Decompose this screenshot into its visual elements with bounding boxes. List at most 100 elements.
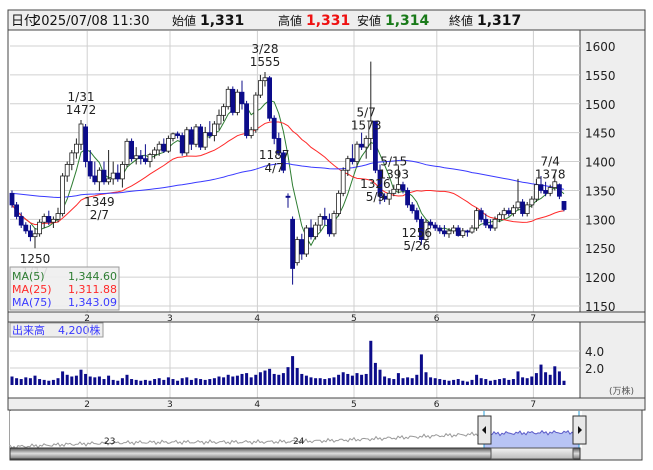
volume-bar (392, 379, 396, 385)
candle-body (561, 201, 567, 210)
volume-bar (153, 379, 157, 385)
volume-bar (511, 379, 515, 385)
header-date: 2025/07/08 11:30 (33, 14, 150, 29)
overview-right-handle[interactable] (572, 415, 587, 445)
candle-body (234, 91, 240, 113)
candle-body (74, 143, 79, 154)
volume-bar (162, 379, 166, 385)
candle-body (455, 227, 461, 236)
volume-bar (235, 375, 239, 385)
candle-body (198, 126, 204, 148)
candle-body (359, 143, 365, 148)
volume-bar (364, 373, 368, 385)
volume-bar (327, 378, 331, 385)
candle-body (340, 169, 346, 194)
candle-body (32, 233, 38, 238)
candle-body (529, 198, 535, 206)
volume-bar (281, 373, 285, 385)
volume-bar (461, 380, 465, 385)
candle-body (41, 216, 47, 223)
annotation-date: 5/26 (403, 239, 430, 253)
candle-body (239, 91, 245, 105)
volume-bar (534, 373, 538, 385)
volume-bar (530, 376, 534, 385)
candle-body (326, 218, 332, 235)
volume-bar (79, 369, 83, 385)
candle-body (18, 216, 24, 226)
volume-bar (387, 378, 391, 385)
candle-body (308, 227, 314, 238)
header-low-label: 安値 (357, 13, 381, 28)
candle-body (336, 192, 342, 214)
y-tick-label: 1500 (585, 98, 616, 112)
volume-bar (47, 380, 51, 385)
volume-bar (19, 379, 23, 385)
volume-bar (249, 377, 253, 385)
candle-body (244, 103, 250, 136)
overview-year-label: 24 (293, 437, 305, 447)
volume-bar (544, 372, 548, 385)
annotation-date: 7/4 (541, 155, 560, 169)
volume-bar (148, 380, 152, 385)
volume-tick-label: 2.0 (585, 362, 604, 376)
candle-body (313, 224, 319, 238)
candle-body (51, 218, 56, 223)
volume-bar (208, 379, 212, 385)
candle-body (78, 123, 84, 145)
y-tick-label: 1200 (585, 271, 616, 285)
annotation-date: 5/9 (366, 190, 385, 204)
header-low: 1,314 (385, 13, 430, 29)
y-tick-label: 1250 (585, 242, 616, 256)
candle-body (552, 181, 558, 188)
candle-body (294, 239, 300, 264)
ma-legend-value: 1,344.60 (68, 270, 117, 283)
volume-bar (51, 379, 55, 385)
volume-bar (498, 379, 502, 385)
candle-body (248, 129, 254, 136)
candle-body (147, 154, 153, 162)
volume-bar (475, 374, 479, 385)
volume-bar (553, 366, 557, 385)
candle-body (124, 140, 130, 165)
candle-body (271, 117, 277, 139)
candle-body (441, 230, 447, 235)
volume-bar (465, 381, 469, 385)
candle-body (83, 126, 88, 162)
candle-body (97, 169, 102, 183)
candle-body (156, 143, 162, 151)
volume-bar (488, 380, 492, 385)
candle-body (432, 224, 438, 229)
volume-bar (245, 373, 249, 385)
annotation-price: 1187 (259, 148, 290, 162)
candle-body (170, 133, 176, 139)
candle-body (60, 175, 65, 214)
month-axis-volume (7, 397, 646, 411)
candle-body (492, 218, 498, 229)
volume-bar (346, 373, 350, 385)
candle-body (409, 204, 415, 212)
candle-body (115, 172, 121, 180)
volume-bar (562, 380, 566, 385)
candle-body (69, 152, 75, 165)
ma-legend-label: MA(75) (12, 296, 52, 309)
chart-svg: 日付 2025/07/08 11:30 始値 1,331 高値 1,331 安値… (7, 9, 646, 461)
volume-bar (300, 373, 304, 385)
candle-body (14, 204, 20, 217)
month-tick-label: 7 (530, 400, 536, 410)
annotation-price: 1256 (402, 226, 433, 240)
annotation-date: 4/7 (265, 161, 284, 175)
volume-bar (203, 379, 207, 385)
month-tick-label: 5 (351, 400, 357, 410)
volume-bar (295, 368, 299, 385)
volume-bar (286, 367, 290, 385)
volume-bar (134, 379, 138, 385)
annotation-date: 3/28 (252, 42, 279, 56)
volume-bar (268, 368, 272, 385)
volume-bar (93, 377, 97, 385)
volume-bar (360, 374, 364, 385)
candle-body (37, 221, 42, 235)
volume-bar (61, 371, 65, 385)
candle-body (267, 77, 273, 119)
overview-scrollbar-thumb[interactable] (490, 447, 574, 460)
overview-left-handle[interactable] (477, 415, 492, 445)
